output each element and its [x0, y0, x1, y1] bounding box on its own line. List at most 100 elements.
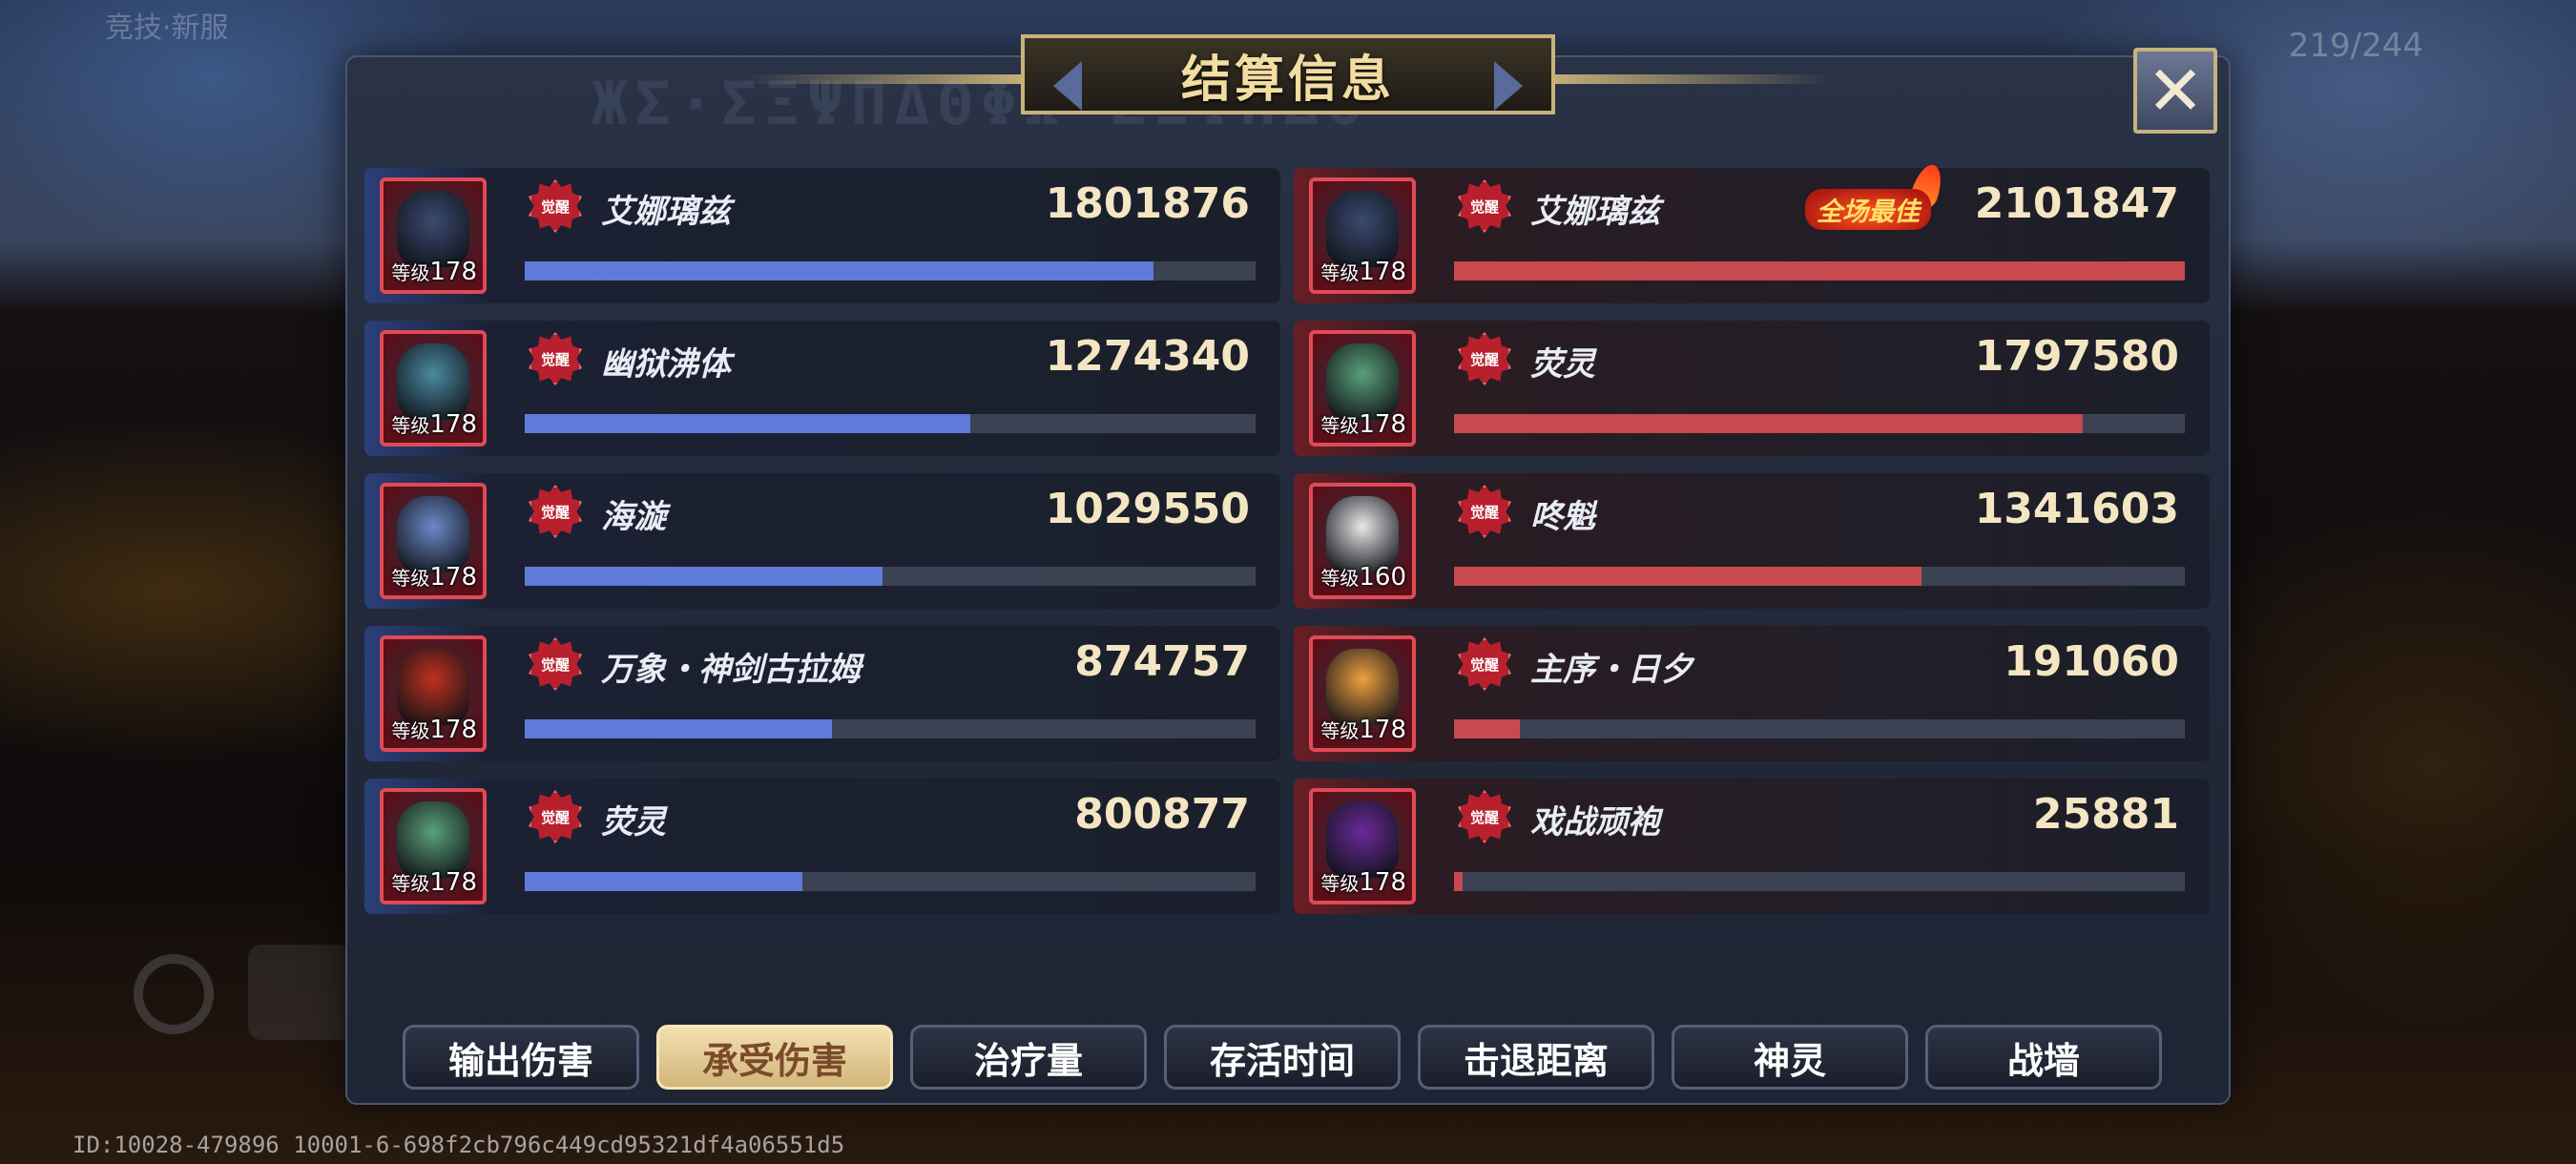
tab-item[interactable]: 治疗量	[910, 1025, 1147, 1090]
hero-row[interactable]: 等级178 觉醒 艾娜璃兹 全场最佳 2101847	[1294, 160, 2210, 303]
title-box: 结算信息	[1021, 34, 1555, 114]
awake-badge-icon: 觉醒	[529, 637, 582, 691]
hero-portrait-art	[1326, 801, 1399, 878]
hero-portrait-art	[397, 649, 469, 725]
stat-value: 1274340	[1045, 332, 1250, 381]
hero-row[interactable]: 等级178 觉醒 海漩 1029550	[364, 473, 1280, 609]
tab-item[interactable]: 存活时间	[1164, 1025, 1401, 1090]
tab-item[interactable]: 输出伤害	[403, 1025, 639, 1090]
hero-portrait[interactable]: 等级178	[380, 788, 487, 904]
awake-badge-icon: 觉醒	[1458, 637, 1511, 691]
level-prefix: 等级	[1320, 567, 1360, 590]
awake-badge-icon: 觉醒	[529, 332, 582, 385]
hero-name: 荧灵	[1530, 345, 1595, 384]
title-wing-left-decoration	[744, 74, 1030, 84]
awake-badge-icon: 觉醒	[529, 179, 582, 233]
hero-level: 等级178	[1313, 410, 1412, 439]
level-number: 178	[1359, 716, 1406, 744]
hero-row[interactable]: 等级178 觉醒 戏战顽袍 25881	[1294, 779, 2210, 914]
awake-badge-label: 觉醒	[540, 808, 570, 826]
hero-row[interactable]: 等级178 觉醒 荧灵 1797580	[1294, 321, 2210, 456]
level-number: 178	[1359, 258, 1406, 286]
awake-badge-label: 觉醒	[1469, 655, 1499, 674]
level-number: 178	[1359, 868, 1406, 897]
awake-badge-label: 觉醒	[1469, 503, 1499, 521]
hero-portrait-art	[1326, 191, 1399, 267]
hero-level: 等级160	[1313, 563, 1412, 592]
stat-value: 25881	[2032, 790, 2179, 839]
hero-portrait[interactable]: 等级178	[380, 635, 487, 752]
stat-bar-fill	[525, 719, 832, 738]
hero-portrait-art	[397, 343, 469, 420]
hero-row[interactable]: 等级160 觉醒 咚魁 1341603	[1294, 473, 2210, 609]
hero-portrait[interactable]: 等级160	[1309, 483, 1416, 599]
stat-value: 874757	[1074, 637, 1250, 686]
level-prefix: 等级	[391, 261, 430, 284]
tab-item[interactable]: 击退距离	[1418, 1025, 1654, 1090]
hero-portrait[interactable]: 等级178	[1309, 788, 1416, 904]
stat-value: 1341603	[1974, 485, 2179, 533]
hero-name: 艾娜璃兹	[1530, 193, 1660, 231]
stat-bar-fill	[1454, 719, 1520, 738]
hero-row[interactable]: 等级178 觉醒 艾娜璃兹 1801876	[364, 168, 1280, 303]
stat-bar-fill	[525, 872, 803, 891]
awake-badge-label: 觉醒	[1469, 350, 1499, 368]
level-number: 160	[1359, 563, 1406, 592]
stat-bar	[525, 567, 1256, 586]
level-prefix: 等级	[1320, 872, 1360, 895]
hero-row[interactable]: 等级178 觉醒 万象・神剑古拉姆 874757	[364, 626, 1280, 761]
stat-bar-fill	[525, 261, 1153, 281]
chevron-right-icon	[1494, 61, 1523, 111]
close-button[interactable]: ✕	[2133, 48, 2217, 134]
tab-item[interactable]: 战墙	[1925, 1025, 2162, 1090]
awake-badge-label: 觉醒	[540, 655, 570, 674]
stat-bar	[525, 261, 1256, 281]
stat-bar	[1454, 414, 2185, 433]
hero-name: 幽狱沸体	[601, 345, 731, 384]
level-prefix: 等级	[391, 567, 430, 590]
level-prefix: 等级	[1320, 414, 1360, 437]
background-gear-icon	[134, 954, 214, 1034]
hero-portrait[interactable]: 等级178	[1309, 635, 1416, 752]
background-top-right-text: 219/244	[2288, 27, 2423, 65]
hero-row[interactable]: 等级178 觉醒 荧灵 800877	[364, 779, 1280, 914]
hero-portrait-art	[397, 496, 469, 572]
hero-level: 等级178	[384, 410, 483, 439]
hero-name: 艾娜璃兹	[601, 193, 731, 231]
hero-portrait-art	[1326, 649, 1399, 725]
hero-level: 等级178	[384, 563, 483, 592]
hero-portrait[interactable]: 等级178	[380, 330, 487, 447]
hero-level: 等级178	[384, 716, 483, 744]
hero-row[interactable]: 等级178 觉醒 主序・日夕 191060	[1294, 626, 2210, 761]
hero-portrait[interactable]: 等级178	[380, 177, 487, 294]
hero-level: 等级178	[384, 258, 483, 286]
stat-value: 1801876	[1045, 179, 1250, 228]
tab-active[interactable]: 承受伤害	[656, 1025, 893, 1090]
awake-badge-icon: 觉醒	[1458, 485, 1511, 538]
hero-portrait-art	[1326, 496, 1399, 572]
best-badge: 全场最佳	[1805, 189, 1931, 230]
hero-portrait[interactable]: 等级178	[1309, 330, 1416, 447]
hero-level: 等级178	[1313, 868, 1412, 897]
hero-portrait-art	[1326, 343, 1399, 420]
awake-badge-icon: 觉醒	[529, 485, 582, 538]
title-wing-right-decoration	[1546, 74, 1832, 84]
level-number: 178	[429, 716, 477, 744]
awake-badge-label: 觉醒	[1469, 197, 1499, 216]
hero-name: 荧灵	[601, 803, 666, 842]
hero-row[interactable]: 等级178 觉醒 幽狱沸体 1274340	[364, 321, 1280, 456]
hero-level: 等级178	[1313, 258, 1412, 286]
stat-bar-fill	[1454, 872, 1464, 891]
hero-name: 咚魁	[1530, 498, 1595, 536]
tab-item[interactable]: 神灵	[1672, 1025, 1908, 1090]
awake-badge-label: 觉醒	[540, 503, 570, 521]
level-prefix: 等级	[391, 872, 430, 895]
awake-badge-icon: 觉醒	[1458, 179, 1511, 233]
hero-portrait[interactable]: 等级178	[380, 483, 487, 599]
level-number: 178	[429, 563, 477, 592]
hero-portrait[interactable]: 等级178	[1309, 177, 1416, 294]
hero-portrait-art	[397, 801, 469, 878]
close-x-icon: ✕	[2146, 51, 2205, 131]
awake-badge-icon: 觉醒	[529, 790, 582, 843]
background-top-left-text: 竞技·新服	[105, 11, 229, 45]
